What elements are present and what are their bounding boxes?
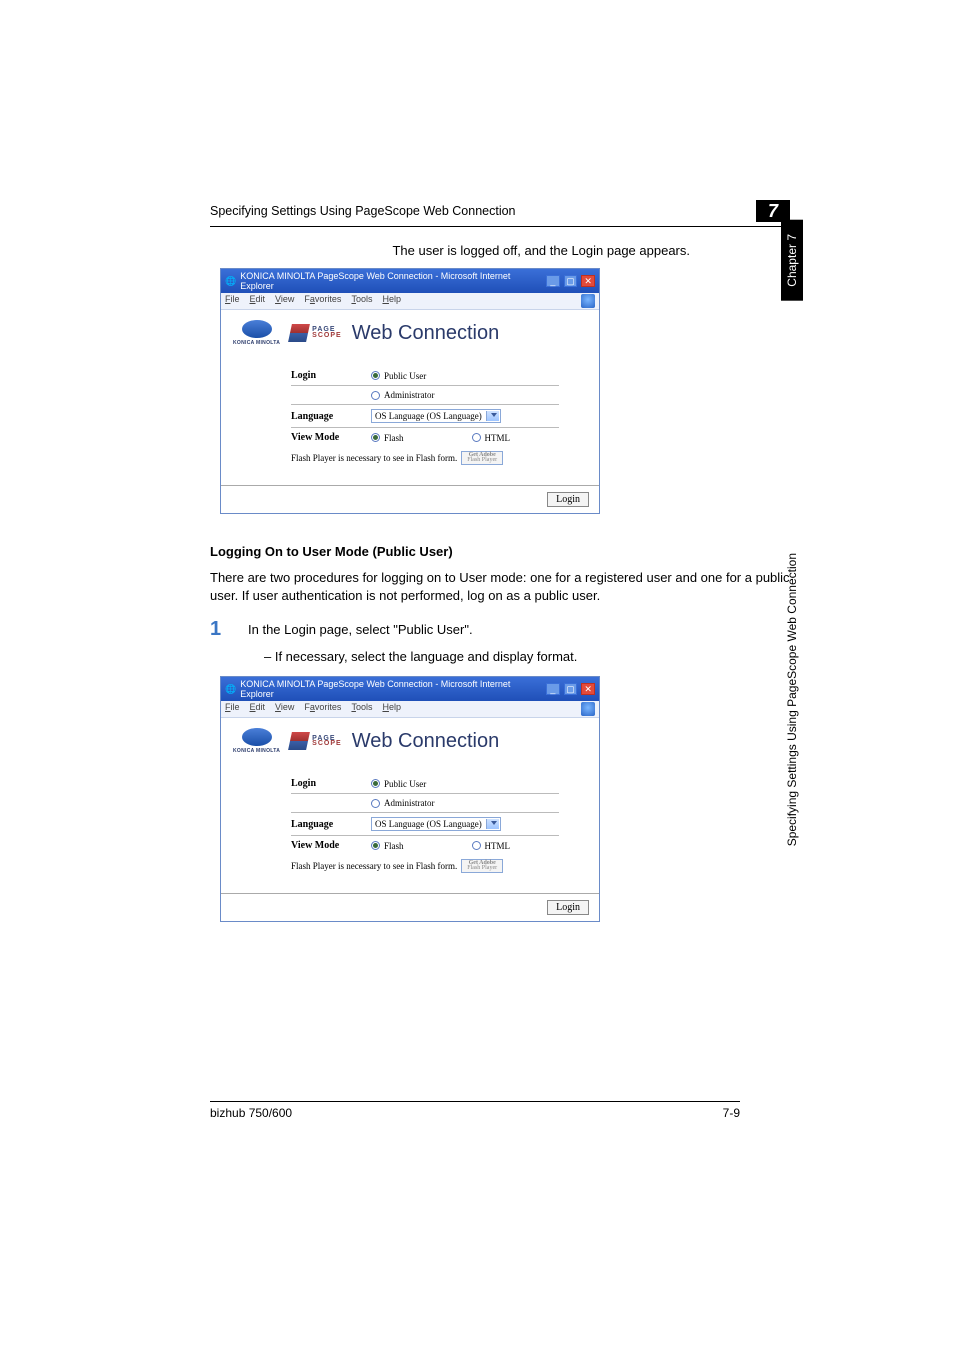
pagescope-logo: PAGE SCOPE: [290, 732, 342, 750]
menu-view[interactable]: View: [275, 702, 294, 716]
minimize-button[interactable]: _: [546, 275, 560, 287]
banner: KONICA MINOLTA PAGE SCOPE Web Connection: [221, 310, 599, 360]
html-label: HTML: [485, 433, 511, 443]
ie-menubar: File Edit View Favorites Tools Help: [221, 701, 599, 718]
menu-edit[interactable]: Edit: [250, 702, 266, 716]
banner: KONICA MINOLTA PAGE SCOPE Web Connection: [221, 718, 599, 768]
login-button[interactable]: Login: [547, 492, 589, 507]
step-text: In the Login page, select "Public User".: [248, 618, 473, 637]
flash-label: Flash: [384, 841, 404, 851]
html-label: HTML: [485, 841, 511, 851]
chapter-number-box: 7: [756, 200, 790, 222]
public-user-label: Public User: [384, 779, 426, 789]
menu-view[interactable]: View: [275, 294, 294, 308]
radio-flash[interactable]: [371, 841, 380, 850]
step-number: 1: [210, 618, 228, 641]
pagescope-swoosh-icon: [288, 732, 310, 750]
logout-result-text: The user is logged off, and the Login pa…: [210, 243, 790, 258]
radio-administrator[interactable]: [371, 391, 380, 400]
maximize-button[interactable]: ▢: [564, 683, 578, 695]
menu-tools[interactable]: Tools: [351, 702, 372, 716]
radio-html[interactable]: [472, 841, 481, 850]
menu-help[interactable]: Help: [382, 294, 401, 308]
radio-flash[interactable]: [371, 433, 380, 442]
footer-product: bizhub 750/600: [210, 1106, 292, 1120]
public-user-label: Public User: [384, 371, 426, 381]
radio-administrator[interactable]: [371, 799, 380, 808]
menu-file[interactable]: File: [225, 702, 240, 716]
close-button[interactable]: ✕: [581, 275, 595, 287]
konica-minolta-logo: KONICA MINOLTA: [233, 728, 280, 754]
administrator-label: Administrator: [384, 798, 435, 808]
web-connection-text: Web Connection: [352, 730, 500, 753]
language-label: Language: [291, 411, 371, 422]
viewmode-label: View Mode: [291, 432, 371, 443]
close-button[interactable]: ✕: [581, 683, 595, 695]
pagescope-logo: PAGE SCOPE: [290, 324, 342, 342]
header-title: Specifying Settings Using PageScope Web …: [210, 204, 746, 218]
step-1: 1 In the Login page, select "Public User…: [210, 618, 790, 641]
ie-window-2: 🌐 KONICA MINOLTA PageScope Web Connectio…: [220, 676, 600, 922]
language-select[interactable]: OS Language (OS Language): [371, 409, 501, 423]
menu-favorites[interactable]: Favorites: [304, 294, 341, 308]
ie-window-title: KONICA MINOLTA PageScope Web Connection …: [240, 679, 538, 699]
ie-logo-icon: [581, 294, 595, 308]
flash-note-text: Flash Player is necessary to see in Flas…: [291, 453, 457, 463]
flash-label: Flash: [384, 433, 404, 443]
viewmode-label: View Mode: [291, 840, 371, 851]
ie-app-icon: 🌐: [225, 276, 236, 287]
language-label: Language: [291, 819, 371, 830]
radio-public-user[interactable]: [371, 779, 380, 788]
section-subheading: Logging On to User Mode (Public User): [210, 544, 790, 559]
ie-logo-icon: [581, 702, 595, 716]
section-paragraph: There are two procedures for logging on …: [210, 569, 790, 604]
radio-public-user[interactable]: [371, 371, 380, 380]
menu-file[interactable]: File: [225, 294, 240, 308]
login-button[interactable]: Login: [547, 900, 589, 915]
footer-page: 7-9: [723, 1106, 740, 1120]
ie-titlebar: 🌐 KONICA MINOLTA PageScope Web Connectio…: [221, 269, 599, 293]
menu-tools[interactable]: Tools: [351, 294, 372, 308]
ie-app-icon: 🌐: [225, 684, 236, 695]
minimize-button[interactable]: _: [546, 683, 560, 695]
maximize-button[interactable]: ▢: [564, 275, 578, 287]
pagescope-swoosh-icon: [288, 324, 310, 342]
administrator-label: Administrator: [384, 390, 435, 400]
konica-minolta-logo: KONICA MINOLTA: [233, 320, 280, 346]
menu-favorites[interactable]: Favorites: [304, 702, 341, 716]
web-connection-text: Web Connection: [352, 322, 500, 345]
menu-edit[interactable]: Edit: [250, 294, 266, 308]
login-label: Login: [291, 778, 371, 789]
page-footer: bizhub 750/600 7-9: [210, 1101, 740, 1120]
menu-help[interactable]: Help: [382, 702, 401, 716]
ie-window-title: KONICA MINOLTA PageScope Web Connection …: [240, 271, 538, 291]
ie-titlebar: 🌐 KONICA MINOLTA PageScope Web Connectio…: [221, 677, 599, 701]
step-1-substep: – If necessary, select the language and …: [264, 649, 790, 664]
login-label: Login: [291, 370, 371, 381]
flash-note-text: Flash Player is necessary to see in Flas…: [291, 861, 457, 871]
get-flash-player-badge[interactable]: Get Adobe Flash Player: [461, 451, 503, 465]
radio-html[interactable]: [472, 433, 481, 442]
ie-menubar: File Edit View Favorites Tools Help: [221, 293, 599, 310]
page-header: Specifying Settings Using PageScope Web …: [210, 200, 790, 227]
get-flash-player-badge[interactable]: Get Adobe Flash Player: [461, 859, 503, 873]
ie-window-1: 🌐 KONICA MINOLTA PageScope Web Connectio…: [220, 268, 600, 514]
language-select[interactable]: OS Language (OS Language): [371, 817, 501, 831]
